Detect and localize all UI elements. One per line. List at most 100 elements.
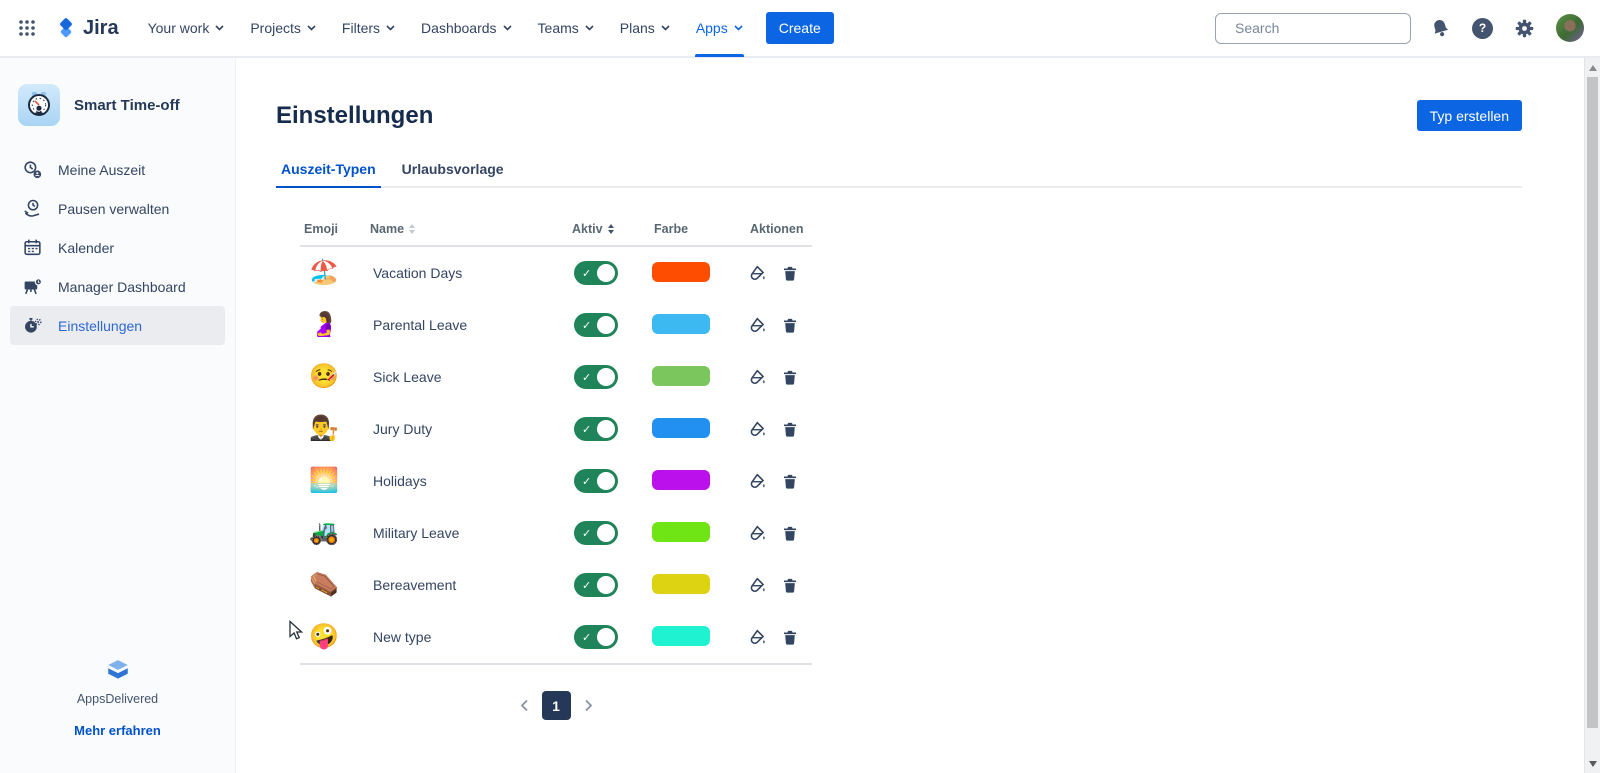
color-swatch[interactable] (652, 418, 710, 438)
timeoff-types-table: Emoji Name Aktiv Farbe Aktionen 🏖️ Vacat… (300, 222, 812, 665)
trash-icon (782, 369, 798, 386)
active-toggle[interactable]: ✓ (574, 261, 618, 285)
tab-urlaubsvorlage[interactable]: Urlaubsvorlage (397, 157, 509, 188)
check-icon: ✓ (582, 371, 591, 384)
active-toggle[interactable]: ✓ (574, 573, 618, 597)
trash-icon (782, 473, 798, 490)
edit-color-button[interactable] (748, 524, 767, 543)
edit-color-button[interactable] (748, 368, 767, 387)
color-swatch[interactable] (652, 314, 710, 334)
edit-color-button[interactable] (748, 472, 767, 491)
search-input[interactable] (1233, 19, 1418, 37)
next-page-button[interactable] (582, 697, 595, 714)
type-emoji: 🤰 (300, 313, 366, 337)
table-row: 👨‍⚖️ Jury Duty ✓ (300, 403, 812, 455)
create-type-button[interactable]: Typ erstellen (1417, 100, 1522, 131)
trash-icon (782, 317, 798, 334)
nav-dashboards[interactable]: Dashboards (408, 0, 525, 57)
column-farbe: Farbe (650, 222, 746, 236)
vertical-scrollbar[interactable] (1584, 58, 1600, 773)
color-swatch[interactable] (652, 366, 710, 386)
nav-your-work[interactable]: Your work (135, 0, 238, 57)
type-name: Sick Leave (366, 369, 568, 385)
pagination: 1 (300, 691, 812, 720)
manage-breaks-icon (21, 198, 43, 219)
active-toggle[interactable]: ✓ (574, 625, 618, 649)
type-name: Vacation Days (366, 265, 568, 281)
active-toggle[interactable]: ✓ (574, 521, 618, 545)
appsdelivered-brand: AppsDelivered (77, 692, 158, 706)
color-swatch[interactable] (652, 574, 710, 594)
previous-page-button[interactable] (518, 697, 531, 714)
edit-color-button[interactable] (748, 264, 767, 283)
type-name: Bereavement (366, 577, 568, 593)
jira-logo-text: Jira (83, 17, 119, 40)
sidebar-item-pausen-verwalten[interactable]: Pausen verwalten (10, 189, 225, 228)
edit-color-button[interactable] (748, 316, 767, 335)
toggle-knob (597, 316, 615, 334)
column-aktiv[interactable]: Aktiv (568, 222, 650, 236)
edit-color-button[interactable] (748, 628, 767, 647)
page-title: Einstellungen (276, 102, 433, 130)
delete-button[interactable] (781, 264, 799, 283)
app-switcher-button[interactable] (10, 11, 44, 45)
color-swatch[interactable] (652, 262, 710, 282)
delete-button[interactable] (781, 628, 799, 647)
active-toggle[interactable]: ✓ (574, 469, 618, 493)
delete-button[interactable] (781, 576, 799, 595)
type-emoji: 🏖️ (300, 261, 366, 285)
notifications-button[interactable] (1428, 16, 1453, 41)
toggle-knob (597, 576, 615, 594)
type-name: Jury Duty (366, 421, 568, 437)
paint-bucket-icon (749, 629, 766, 646)
current-page-indicator[interactable]: 1 (542, 691, 571, 720)
edit-color-button[interactable] (748, 576, 767, 595)
edit-color-button[interactable] (748, 420, 767, 439)
nav-projects[interactable]: Projects (237, 0, 329, 57)
sidebar-item-kalender[interactable]: Kalender (10, 228, 225, 267)
sort-icon (608, 224, 614, 234)
learn-more-link[interactable]: Mehr erfahren (68, 722, 167, 739)
nav-plans[interactable]: Plans (607, 0, 683, 57)
table-row: 🤪 New type ✓ (300, 611, 812, 663)
color-swatch[interactable] (652, 470, 710, 490)
toggle-knob (597, 264, 615, 282)
settings-button[interactable] (1512, 16, 1537, 41)
active-toggle[interactable]: ✓ (574, 313, 618, 337)
chevron-down-icon (585, 25, 594, 31)
type-emoji: 🤪 (300, 625, 366, 649)
sidebar-item-meine-auszeit[interactable]: Meine Auszeit (10, 150, 225, 189)
nav-filters[interactable]: Filters (329, 0, 408, 57)
trash-icon (782, 421, 798, 438)
chevron-down-icon (386, 25, 395, 31)
delete-button[interactable] (781, 472, 799, 491)
sidebar-item-manager-dashboard[interactable]: Manager Dashboard (10, 267, 225, 306)
sidebar-item-einstellungen[interactable]: Einstellungen (10, 306, 225, 345)
column-name[interactable]: Name (366, 222, 568, 236)
active-toggle[interactable]: ✓ (574, 417, 618, 441)
delete-button[interactable] (781, 316, 799, 335)
scrollbar-thumb[interactable] (1587, 77, 1598, 728)
tab-auszeit-typen[interactable]: Auszeit-Typen (276, 157, 381, 188)
nav-apps[interactable]: Apps (683, 0, 756, 57)
color-swatch[interactable] (652, 626, 710, 646)
jira-logo[interactable]: Jira (54, 16, 119, 40)
user-avatar[interactable] (1554, 12, 1586, 44)
global-search[interactable] (1215, 13, 1411, 44)
trash-icon (782, 525, 798, 542)
nav-teams[interactable]: Teams (525, 0, 607, 57)
paint-bucket-icon (749, 317, 766, 334)
color-swatch[interactable] (652, 522, 710, 542)
chevron-down-icon (661, 25, 670, 31)
active-toggle[interactable]: ✓ (574, 365, 618, 389)
bell-icon (1428, 15, 1454, 41)
help-button[interactable]: ? (1470, 16, 1495, 41)
delete-button[interactable] (781, 420, 799, 439)
create-button[interactable]: Create (766, 12, 834, 44)
scroll-down-arrow[interactable] (1589, 761, 1597, 767)
table-row: 🏖️ Vacation Days ✓ (300, 247, 812, 299)
scroll-up-arrow[interactable] (1589, 65, 1597, 71)
delete-button[interactable] (781, 368, 799, 387)
table-row: 🤰 Parental Leave ✓ (300, 299, 812, 351)
delete-button[interactable] (781, 524, 799, 543)
